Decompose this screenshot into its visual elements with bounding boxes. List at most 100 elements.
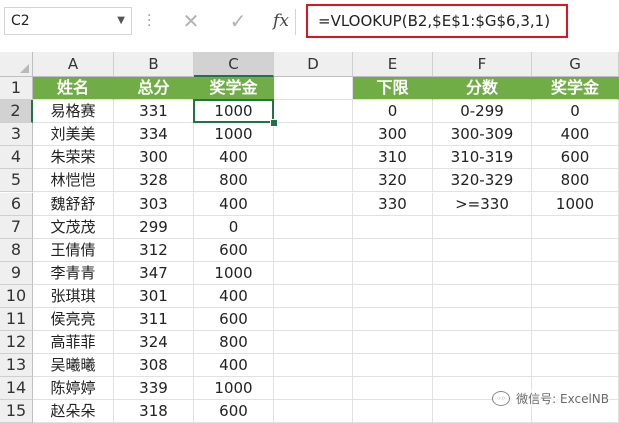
cell-a12[interactable]: 高菲菲 xyxy=(33,331,114,355)
cell-d9[interactable] xyxy=(274,261,353,285)
cell-b5[interactable]: 328 xyxy=(114,169,194,193)
cell-d13[interactable] xyxy=(274,354,353,378)
cell-a10[interactable]: 张琪琪 xyxy=(33,284,114,308)
cell-c4[interactable]: 400 xyxy=(194,146,274,170)
resize-grip-icon[interactable]: · · · xyxy=(147,9,151,33)
cell-b1[interactable]: 总分 xyxy=(114,77,194,101)
cell-c15[interactable]: 600 xyxy=(194,400,274,423)
cell-a7[interactable]: 文茂茂 xyxy=(33,215,114,239)
cell-d4[interactable] xyxy=(274,146,353,170)
fill-handle[interactable] xyxy=(270,119,278,128)
cell-b3[interactable]: 334 xyxy=(114,123,194,147)
cell-b13[interactable]: 308 xyxy=(114,354,194,378)
cell-g5[interactable]: 800 xyxy=(532,169,619,193)
cell-f5[interactable]: 320-329 xyxy=(433,169,532,193)
row-header-15[interactable]: 15 xyxy=(0,400,33,423)
cell-g8[interactable] xyxy=(532,238,619,262)
cell-b8[interactable]: 312 xyxy=(114,238,194,262)
cell-e7[interactable] xyxy=(353,215,433,239)
cell-g6[interactable]: 1000 xyxy=(532,192,619,216)
cell-g13[interactable] xyxy=(532,354,619,378)
cell-g1[interactable]: 奖学金 xyxy=(532,77,619,101)
cell-g7[interactable] xyxy=(532,215,619,239)
cell-d6[interactable] xyxy=(274,192,353,216)
cell-d10[interactable] xyxy=(274,284,353,308)
cell-e1[interactable]: 下限 xyxy=(353,77,433,101)
cell-c13[interactable]: 400 xyxy=(194,354,274,378)
cell-a8[interactable]: 王倩倩 xyxy=(33,238,114,262)
cell-e2[interactable]: 0 xyxy=(353,100,433,124)
cell-d5[interactable] xyxy=(274,169,353,193)
cell-f10[interactable] xyxy=(433,284,532,308)
cell-b9[interactable]: 347 xyxy=(114,261,194,285)
cell-f3[interactable]: 300-309 xyxy=(433,123,532,147)
row-header-6[interactable]: 6 xyxy=(0,192,33,216)
column-header-d[interactable]: D xyxy=(274,52,353,77)
cell-b10[interactable]: 301 xyxy=(114,284,194,308)
cell-f9[interactable] xyxy=(433,261,532,285)
cell-g2[interactable]: 0 xyxy=(532,100,619,124)
row-header-12[interactable]: 12 xyxy=(0,331,33,355)
cell-a2[interactable]: 易格赛 xyxy=(33,100,114,124)
cell-c11[interactable]: 600 xyxy=(194,308,274,332)
formula-input[interactable]: =VLOOKUP(B2,$E$1:$G$6,3,1) xyxy=(306,4,568,38)
cell-g3[interactable]: 400 xyxy=(532,123,619,147)
cell-e3[interactable]: 300 xyxy=(353,123,433,147)
cell-g11[interactable] xyxy=(532,308,619,332)
cell-a9[interactable]: 李青青 xyxy=(33,261,114,285)
cell-d11[interactable] xyxy=(274,308,353,332)
row-header-2[interactable]: 2 xyxy=(0,100,33,124)
column-header-c[interactable]: C xyxy=(194,52,274,77)
column-header-e[interactable]: E xyxy=(353,52,433,77)
cell-d2[interactable] xyxy=(274,100,353,124)
cell-b4[interactable]: 300 xyxy=(114,146,194,170)
column-header-b[interactable]: B xyxy=(114,52,194,77)
cell-c6[interactable]: 400 xyxy=(194,192,274,216)
cell-c8[interactable]: 600 xyxy=(194,238,274,262)
cell-d3[interactable] xyxy=(274,123,353,147)
cell-f2[interactable]: 0-299 xyxy=(433,100,532,124)
cell-f12[interactable] xyxy=(433,331,532,355)
cell-b11[interactable]: 311 xyxy=(114,308,194,332)
chevron-down-icon[interactable]: ▼ xyxy=(117,8,125,34)
cell-f4[interactable]: 310-319 xyxy=(433,146,532,170)
cell-b6[interactable]: 303 xyxy=(114,192,194,216)
row-header-11[interactable]: 11 xyxy=(0,308,33,332)
cell-d8[interactable] xyxy=(274,238,353,262)
cell-c9[interactable]: 1000 xyxy=(194,261,274,285)
enter-icon[interactable]: ✓ xyxy=(225,9,251,33)
column-header-a[interactable]: A xyxy=(33,52,114,77)
cell-b12[interactable]: 324 xyxy=(114,331,194,355)
cell-f8[interactable] xyxy=(433,238,532,262)
cell-a14[interactable]: 陈婷婷 xyxy=(33,377,114,401)
column-header-f[interactable]: F xyxy=(433,52,532,77)
cell-d1[interactable] xyxy=(274,77,353,101)
cell-f13[interactable] xyxy=(433,354,532,378)
cancel-icon[interactable]: ✕ xyxy=(178,9,204,33)
row-header-1[interactable]: 1 xyxy=(0,77,33,101)
row-header-8[interactable]: 8 xyxy=(0,238,33,262)
cell-a15[interactable]: 赵朵朵 xyxy=(33,400,114,423)
cell-d7[interactable] xyxy=(274,215,353,239)
cell-e13[interactable] xyxy=(353,354,433,378)
cell-b2[interactable]: 331 xyxy=(114,100,194,124)
cell-d12[interactable] xyxy=(274,331,353,355)
cell-e5[interactable]: 320 xyxy=(353,169,433,193)
cell-a6[interactable]: 魏舒舒 xyxy=(33,192,114,216)
cell-d15[interactable] xyxy=(274,400,353,423)
row-header-7[interactable]: 7 xyxy=(0,215,33,239)
cell-c14[interactable]: 1000 xyxy=(194,377,274,401)
cell-g9[interactable] xyxy=(532,261,619,285)
cell-e15[interactable] xyxy=(353,400,433,423)
cell-a1[interactable]: 姓名 xyxy=(33,77,114,101)
cell-e6[interactable]: 330 xyxy=(353,192,433,216)
row-header-13[interactable]: 13 xyxy=(0,354,33,378)
cell-d14[interactable] xyxy=(274,377,353,401)
name-box[interactable]: C2 ▼ xyxy=(4,7,132,35)
insert-function-icon[interactable]: fx xyxy=(268,9,294,33)
cell-b14[interactable]: 339 xyxy=(114,377,194,401)
row-header-14[interactable]: 14 xyxy=(0,377,33,401)
column-header-g[interactable]: G xyxy=(532,52,619,77)
cell-e14[interactable] xyxy=(353,377,433,401)
cell-f6[interactable]: >=330 xyxy=(433,192,532,216)
